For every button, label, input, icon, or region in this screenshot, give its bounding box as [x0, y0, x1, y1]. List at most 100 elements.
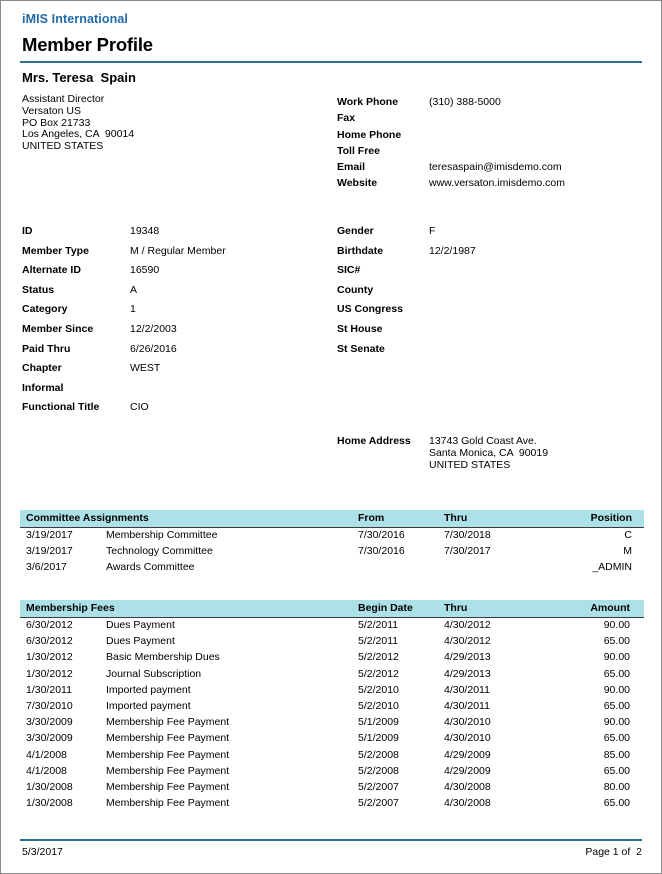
fee-begin-date: 5/2/2007: [358, 780, 399, 793]
fee-thru-date: 4/29/2009: [444, 748, 491, 761]
committee-position: C: [624, 529, 632, 541]
committee-table-body: 3/19/2017 Membership Committee 7/30/2016 7/…: [20, 528, 644, 577]
fee-description: Basic Membership Dues: [106, 651, 220, 664]
contact-value: teresaspain@imisdemo.com: [429, 161, 562, 174]
committee-name: Technology Committee: [106, 545, 213, 558]
field-row: Gender F: [337, 222, 476, 242]
fee-date: 1/30/2012: [26, 651, 73, 664]
fee-begin-date: 5/1/2009: [358, 716, 399, 729]
fee-amount: 80.00: [603, 780, 630, 793]
fee-description: Dues Payment: [106, 635, 175, 648]
member-profile-page: iMIS International Member Profile Mrs. T…: [0, 0, 662, 874]
fee-begin-date: 5/2/2011: [358, 619, 399, 631]
field-row: ID 19348: [22, 222, 226, 242]
fee-thru-date: 4/29/2009: [444, 764, 491, 777]
field-value: 19348: [130, 225, 160, 237]
fee-amount: 90.00: [603, 651, 630, 664]
field-value: CIO: [130, 401, 149, 414]
fee-description: Membership Fee Payment: [106, 797, 230, 810]
home-address-line: UNITED STATES: [429, 459, 511, 472]
field-value: WEST: [130, 362, 161, 375]
fee-amount: 65.00: [603, 635, 630, 648]
field-value: 6/26/2016: [130, 342, 177, 355]
fee-description: Membership Fee Payment: [106, 748, 230, 761]
contact-label: Toll Free: [337, 144, 380, 157]
contact-value: (310) 388-5000: [429, 96, 501, 108]
field-label: Chapter: [22, 362, 62, 375]
field-row: Category 1: [22, 300, 226, 320]
fee-begin-date: 5/2/2011: [358, 635, 399, 648]
contact-value: www.versaton.imisdemo.com: [429, 177, 565, 190]
page-inner: iMIS International Member Profile Mrs. T…: [1, 1, 661, 873]
fee-date: 1/30/2008: [26, 797, 73, 810]
field-label: County: [337, 283, 374, 296]
field-row: Chapter WEST: [22, 359, 226, 379]
field-row: SIC#: [337, 261, 476, 281]
fee-thru-date: 4/30/2012: [444, 619, 491, 631]
field-row: Functional Title CIO: [22, 398, 226, 418]
field-label: Birthdate: [337, 244, 384, 257]
fee-description: Membership Fee Payment: [106, 732, 230, 745]
contact-label: Home Phone: [337, 128, 402, 141]
fee-thru-date: 4/30/2012: [444, 635, 491, 648]
header-divider: [20, 61, 642, 63]
field-label: ID: [22, 225, 33, 237]
fee-thru-date: 4/29/2013: [444, 667, 491, 680]
field-value: F: [429, 225, 436, 237]
table-row: 4/1/2008 Membership Fee Payment 5/2/2008 4/…: [20, 764, 644, 780]
contact-label: Email: [337, 161, 366, 174]
committee-name: Membership Committee: [106, 529, 218, 541]
contact-row: Website www.versaton.imisdemo.com: [337, 175, 565, 191]
fee-description: Journal Subscription: [106, 667, 202, 680]
member-address-line: UNITED STATES: [22, 140, 104, 153]
fee-amount: 90.00: [603, 619, 630, 631]
field-value: 16590: [130, 264, 160, 277]
field-label: Paid Thru: [22, 342, 71, 355]
table-row: 6/30/2012 Dues Payment 5/2/2011 4/30/2012 90…: [20, 618, 644, 634]
home-address-line: 13743 Gold Coast Ave.: [429, 435, 537, 447]
table-row: 3/6/2017 Awards Committee _ADMIN: [20, 560, 644, 576]
fee-date: 6/30/2012: [26, 619, 73, 631]
fee-amount: 90.00: [603, 683, 630, 696]
field-value: 1: [130, 303, 136, 316]
fee-amount: 65.00: [603, 797, 630, 810]
fees-col-begin-date: Begin Date: [358, 602, 413, 614]
contact-row: Fax: [337, 110, 565, 126]
field-label: Alternate ID: [22, 264, 81, 277]
table-row: 3/19/2017 Membership Committee 7/30/2016 7/…: [20, 528, 644, 544]
field-label: SIC#: [337, 264, 361, 277]
fee-begin-date: 5/2/2010: [358, 699, 399, 712]
committee-col-thru: Thru: [444, 512, 468, 524]
contact-row: Email teresaspain@imisdemo.com: [337, 159, 565, 175]
field-label: Gender: [337, 225, 374, 237]
membership-fields-right: Gender F Birthdate 12/2/1987 SIC# County US Co…: [337, 222, 476, 359]
field-row: Informal: [22, 379, 226, 399]
table-row: 1/30/2012 Basic Membership Dues 5/2/2012 4/…: [20, 650, 644, 666]
fee-begin-date: 5/2/2007: [358, 797, 399, 810]
fee-amount: 65.00: [603, 699, 630, 712]
table-row: 6/30/2012 Dues Payment 5/2/2011 4/30/2012 65…: [20, 634, 644, 650]
fee-date: 3/30/2009: [26, 732, 73, 745]
fee-begin-date: 5/2/2012: [358, 667, 399, 680]
footer-divider: [20, 839, 642, 841]
table-row: 3/30/2009 Membership Fee Payment 5/1/2009 4…: [20, 731, 644, 747]
field-label: St Senate: [337, 342, 385, 355]
committee-table-header: Committee Assignments From Thru Position: [20, 510, 644, 528]
membership-fees-table: Membership Fees Begin Date Thru Amount 6…: [20, 600, 644, 812]
fee-amount: 65.00: [603, 667, 630, 680]
committee-from: 7/30/2016: [358, 545, 405, 558]
home-address-lines: 13743 Gold Coast Ave. Santa Monica, CA 90…: [429, 435, 548, 471]
organization-name: iMIS International: [22, 12, 128, 26]
table-row: 4/1/2008 Membership Fee Payment 5/2/2008 4/…: [20, 748, 644, 764]
table-row: 3/19/2017 Technology Committee 7/30/2016 7/…: [20, 544, 644, 560]
fees-table-body: 6/30/2012 Dues Payment 5/2/2011 4/30/2012 90…: [20, 618, 644, 812]
home-address-block: Home Address 13743 Gold Coast Ave. Santa …: [337, 435, 548, 471]
home-address-label: Home Address: [337, 435, 411, 447]
footer-page-number: Page 1 of 2: [585, 846, 642, 858]
fees-col-thru: Thru: [444, 602, 468, 614]
contact-info-list: Work Phone (310) 388-5000 Fax Home Phone Tol…: [337, 94, 565, 192]
fee-description: Membership Fee Payment: [106, 780, 230, 793]
fee-amount: 65.00: [603, 764, 630, 777]
field-label: Member Type: [22, 244, 89, 257]
fee-date: 1/30/2012: [26, 667, 73, 680]
